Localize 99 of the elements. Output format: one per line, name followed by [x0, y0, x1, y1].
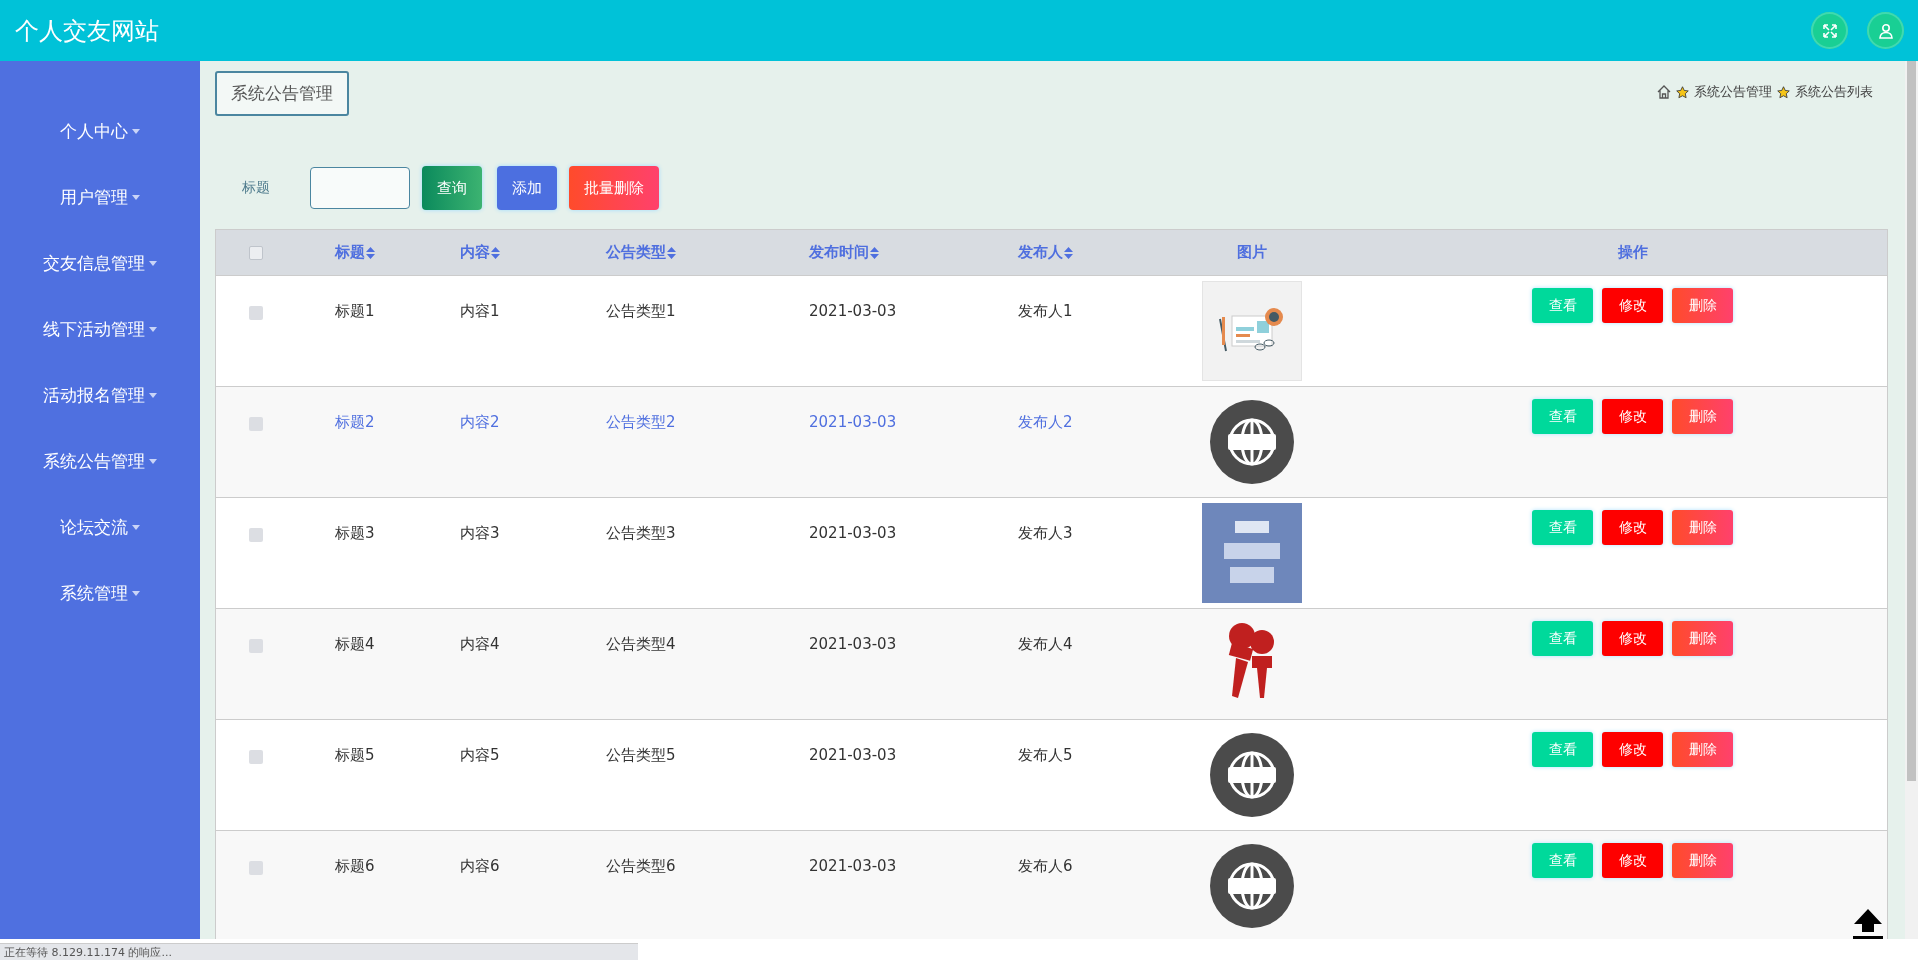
home-icon[interactable] — [1657, 85, 1671, 99]
table-cell-text: 公告类型4 — [606, 634, 677, 654]
user-icon[interactable] — [1867, 12, 1904, 49]
row-checkbox[interactable] — [249, 861, 263, 875]
column-header: 图片 — [1236, 243, 1268, 262]
table-cell-text: 发布人2 — [1018, 412, 1074, 432]
delete-button[interactable]: 删除 — [1672, 399, 1733, 434]
table-cell-text: 公告类型6 — [606, 856, 677, 876]
batch-delete-button[interactable]: 批量删除 — [569, 166, 659, 210]
view-button[interactable]: 查看 — [1532, 399, 1593, 434]
table-cell-text: 内容2 — [460, 412, 501, 432]
star-icon — [1676, 85, 1689, 99]
field-label: 标题 — [242, 179, 270, 197]
column-header[interactable]: 发布人 — [1018, 243, 1188, 262]
caret-icon — [132, 128, 140, 134]
table-cell-text: 2021-03-03 — [809, 301, 898, 320]
sidebar-item[interactable]: 交友信息管理 — [43, 251, 157, 275]
table-cell-text: 2021-03-03 — [809, 523, 898, 542]
fullscreen-icon[interactable] — [1811, 12, 1848, 49]
sidebar-item[interactable]: 线下活动管理 — [43, 317, 157, 341]
scrollbar[interactable] — [1905, 61, 1918, 939]
page-title: 系统公告管理 — [215, 71, 349, 116]
table-cell-text: 内容5 — [460, 745, 501, 765]
row-checkbox[interactable] — [249, 639, 263, 653]
table-cell-text: 标题1 — [335, 301, 376, 321]
table-cell-text: 内容4 — [460, 634, 501, 654]
row-checkbox[interactable] — [249, 528, 263, 542]
column-header[interactable]: 标题 — [335, 243, 460, 262]
sort-icon[interactable] — [870, 246, 879, 259]
site-title: 个人交友网站 — [15, 15, 160, 47]
table-cell-text: 标题3 — [335, 523, 376, 543]
delete-button[interactable]: 删除 — [1672, 732, 1733, 767]
add-button[interactable]: 添加 — [497, 166, 557, 210]
sort-icon[interactable] — [366, 246, 375, 259]
table-cell-text: 内容3 — [460, 523, 501, 543]
table-cell-text: 标题6 — [335, 856, 376, 876]
edit-button[interactable]: 修改 — [1602, 621, 1663, 656]
table-cell-text: 2021-03-03 — [809, 634, 898, 653]
caret-icon — [132, 194, 140, 200]
caret-icon — [132, 524, 140, 530]
table-cell-text: 发布人6 — [1018, 856, 1074, 876]
edit-button[interactable]: 修改 — [1602, 732, 1663, 767]
table-cell-text: 标题2 — [335, 412, 376, 432]
view-button[interactable]: 查看 — [1532, 621, 1593, 656]
caret-icon — [149, 458, 157, 464]
column-header[interactable]: 公告类型 — [606, 243, 809, 262]
delete-button[interactable]: 删除 — [1672, 288, 1733, 323]
edit-button[interactable]: 修改 — [1602, 288, 1663, 323]
view-button[interactable]: 查看 — [1532, 843, 1593, 878]
column-header: 操作 — [1616, 243, 1649, 262]
table-cell-text: 公告类型1 — [606, 301, 677, 321]
caret-icon — [149, 392, 157, 398]
column-header[interactable]: 发布时间 — [809, 243, 1018, 262]
breadcrumb-item[interactable]: 系统公告管理 — [1694, 83, 1772, 101]
star-icon — [1777, 85, 1790, 99]
select-all-checkbox[interactable] — [249, 245, 263, 260]
sidebar-item[interactable]: 活动报名管理 — [43, 383, 157, 407]
table-cell-text: 2021-03-03 — [809, 856, 898, 875]
table-cell-text: 发布人5 — [1018, 745, 1074, 765]
title-input-field[interactable] — [310, 167, 410, 209]
column-header[interactable]: 内容 — [460, 243, 606, 262]
view-button[interactable]: 查看 — [1532, 288, 1593, 323]
table-cell-text: 公告类型5 — [606, 745, 677, 765]
status-bar: 正在等待 8.129.11.174 的响应... — [0, 943, 638, 960]
sidebar-item[interactable]: 用户管理 — [60, 185, 140, 209]
breadcrumb-item[interactable]: 系统公告列表 — [1795, 83, 1873, 101]
table-cell-text: 2021-03-03 — [809, 745, 898, 764]
caret-icon — [132, 590, 140, 596]
row-checkbox[interactable] — [249, 417, 263, 431]
delete-button[interactable]: 删除 — [1672, 510, 1733, 545]
table-cell-text: 标题5 — [335, 745, 376, 765]
view-button[interactable]: 查看 — [1532, 732, 1593, 767]
row-checkbox[interactable] — [249, 306, 263, 320]
delete-button[interactable]: 删除 — [1672, 843, 1733, 878]
sidebar-item[interactable]: 系统公告管理 — [43, 449, 157, 473]
view-button[interactable]: 查看 — [1532, 510, 1593, 545]
edit-button[interactable]: 修改 — [1602, 510, 1663, 545]
sort-icon[interactable] — [491, 246, 500, 259]
table-cell-text: 内容6 — [460, 856, 501, 876]
table-cell-text: 发布人1 — [1018, 301, 1074, 321]
table-cell-text: 发布人3 — [1018, 523, 1074, 543]
edit-button[interactable]: 修改 — [1602, 399, 1663, 434]
sidebar-item[interactable]: 论坛交流 — [60, 515, 140, 539]
sidebar-item[interactable]: 个人中心 — [60, 119, 140, 143]
caret-icon — [149, 326, 157, 332]
row-checkbox[interactable] — [249, 750, 263, 764]
table-cell-text: 公告类型3 — [606, 523, 677, 543]
table-cell-text: 标题4 — [335, 634, 376, 654]
sort-icon[interactable] — [1064, 246, 1073, 259]
sort-icon[interactable] — [667, 246, 676, 259]
caret-icon — [149, 260, 157, 266]
table-cell-text: 2021-03-03 — [809, 412, 898, 431]
table-cell-text: 公告类型2 — [606, 412, 677, 432]
table-cell-text: 内容1 — [460, 301, 501, 321]
search-button[interactable]: 查询 — [422, 166, 482, 210]
table-cell-text: 发布人4 — [1018, 634, 1074, 654]
delete-button[interactable]: 删除 — [1672, 621, 1733, 656]
sidebar-item[interactable]: 系统管理 — [60, 581, 140, 605]
edit-button[interactable]: 修改 — [1602, 843, 1663, 878]
